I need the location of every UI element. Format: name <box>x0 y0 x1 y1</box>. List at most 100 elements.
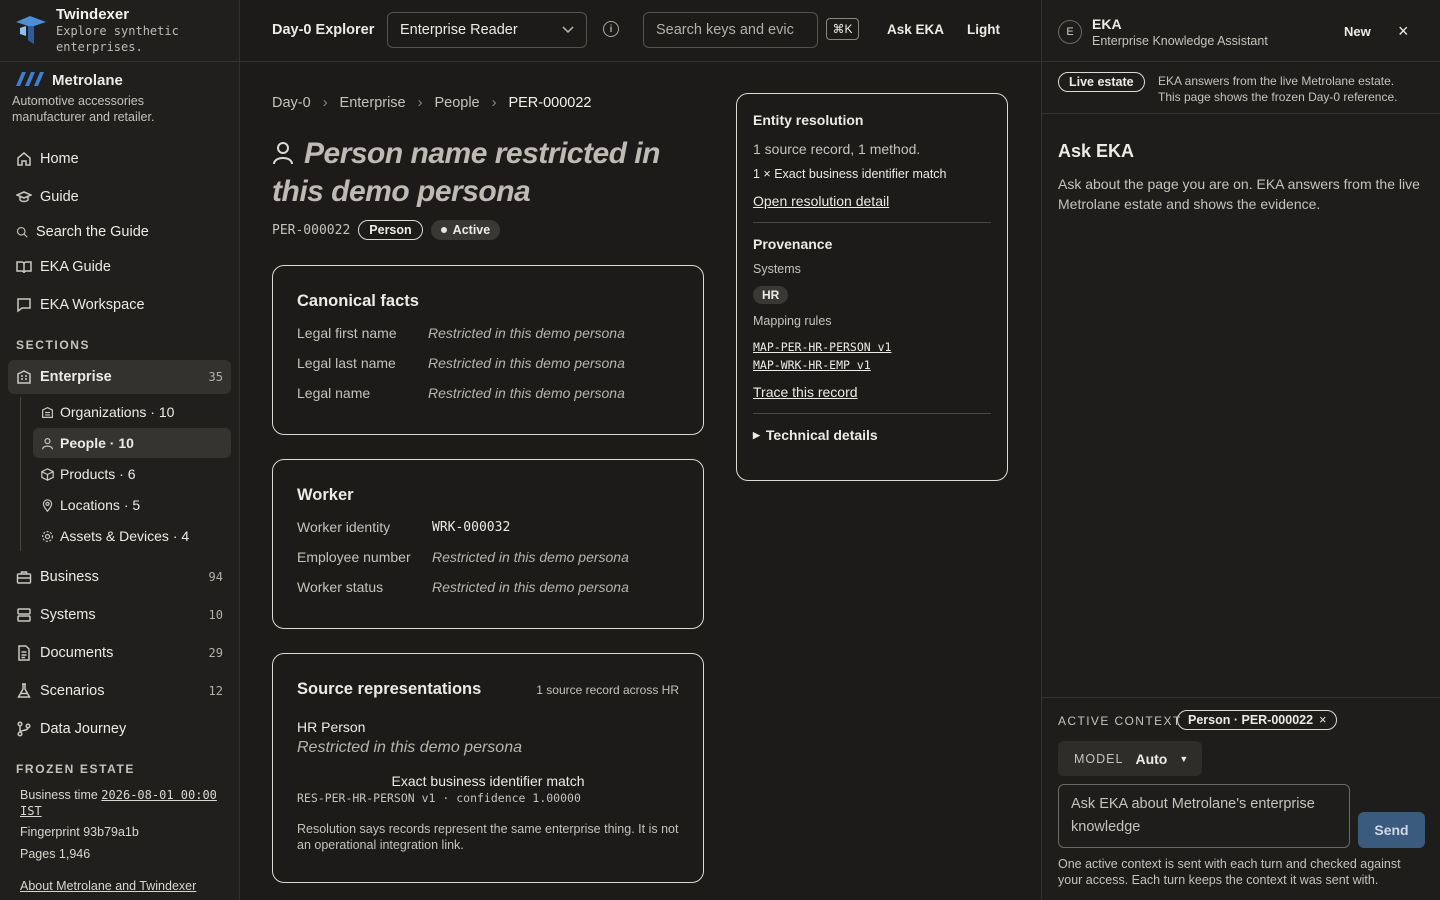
nav-systems[interactable]: Systems 10 <box>8 598 231 632</box>
nav-eka-guide-label: EKA Guide <box>40 259 111 275</box>
notice-line-1: EKA answers from the live Metrolane esta… <box>1158 74 1395 88</box>
breadcrumb-day0[interactable]: Day-0 <box>272 95 311 111</box>
nav-guide[interactable]: Guide <box>8 180 231 214</box>
frozen-heading: FROZEN ESTATE <box>16 762 136 776</box>
nav-search-guide[interactable]: Search the Guide <box>8 215 231 249</box>
eka-subtitle: Enterprise Knowledge Assistant <box>1092 34 1268 48</box>
subnav-locations[interactable]: Locations · 5 <box>33 490 231 520</box>
divider <box>1042 697 1440 698</box>
caret-right-icon: ▶ <box>753 429 760 440</box>
status-badge: Active <box>430 220 501 240</box>
notice-line-2: This page shows the frozen Day-0 referen… <box>1158 90 1398 104</box>
ask-eka-button[interactable]: Ask EKA <box>887 22 944 37</box>
source-summary: 1 source record across HR <box>536 683 679 697</box>
mapping-rule-link[interactable]: MAP-WRK-HR-EMP v1 <box>753 356 991 374</box>
breadcrumb-people[interactable]: People <box>434 95 479 111</box>
subnav-assets-label: Assets & Devices · 4 <box>60 528 190 544</box>
close-icon[interactable]: × <box>1398 22 1409 40</box>
caret-down-icon: ▼ <box>1179 753 1189 764</box>
nav-business[interactable]: Business 94 <box>8 560 231 594</box>
employee-number-label: Employee number <box>297 549 411 565</box>
remove-context-icon[interactable]: × <box>1319 713 1326 727</box>
mapping-rule-link[interactable]: MAP-PER-HR-PERSON v1 <box>753 338 991 356</box>
resolution-summary: 1 source record, 1 method. <box>753 141 921 157</box>
source-match-method: Exact business identifier match <box>391 773 585 789</box>
fact-value: Restricted in this demo persona <box>428 355 625 371</box>
worker-status-value: Restricted in this demo persona <box>432 579 629 595</box>
fact-row: Legal name Restricted in this demo person… <box>297 385 679 401</box>
info-icon[interactable]: i <box>603 21 619 37</box>
technical-details-toggle[interactable]: ▶ Technical details <box>753 427 991 443</box>
nav-home[interactable]: Home <box>8 142 231 176</box>
nav-enterprise[interactable]: Enterprise 35 <box>8 360 231 394</box>
type-badge: Person <box>358 220 423 240</box>
ask-eka-placeholder: Ask EKA about Metrolane's enterprise kno… <box>1071 796 1315 835</box>
worker-identity-label: Worker identity <box>297 519 391 535</box>
technical-details-label: Technical details <box>765 427 878 443</box>
topbar: Day-0 Explorer Enterprise Reader i Searc… <box>240 0 1041 62</box>
send-button[interactable]: Send <box>1358 812 1425 848</box>
search-placeholder: Search keys and evic <box>656 22 794 38</box>
resolution-method: 1 × Exact business identifier match <box>753 167 947 181</box>
chevron-down-icon <box>562 22 574 38</box>
nav-scenarios[interactable]: Scenarios 12 <box>8 674 231 708</box>
subnav-people-label: People · 10 <box>60 435 134 451</box>
brand-tagline-1: Explore synthetic <box>56 24 179 38</box>
model-label: MODEL <box>1074 751 1124 766</box>
breadcrumb-enterprise[interactable]: Enterprise <box>340 95 406 111</box>
fact-row: Legal first name Restricted in this demo … <box>297 325 679 341</box>
nav-systems-label: Systems <box>40 607 96 623</box>
source-system-name: HR Person <box>297 719 366 735</box>
subnav-people[interactable]: People · 10 <box>33 428 231 458</box>
systems-label: Systems <box>753 262 801 276</box>
breadcrumb: Day-0 › Enterprise › People › PER-000022 <box>272 95 592 111</box>
fact-label: Legal first name <box>297 325 397 341</box>
fact-row: Legal last name Restricted in this demo p… <box>297 355 679 371</box>
nav-documents[interactable]: Documents 29 <box>8 636 231 670</box>
context-chip[interactable]: Person · PER-000022 × <box>1177 710 1338 730</box>
nav-eka-workspace[interactable]: EKA Workspace <box>8 288 231 322</box>
worker-card: Worker Worker identity WRK-000032 Employe… <box>272 459 704 629</box>
model-select[interactable]: MODEL Auto ▼ <box>1058 741 1202 776</box>
system-chip[interactable]: HR <box>753 286 789 304</box>
person-icon <box>41 437 54 450</box>
search-icon <box>16 224 28 240</box>
nav-eka-guide[interactable]: EKA Guide <box>8 250 231 284</box>
briefcase-icon <box>16 569 32 585</box>
gear-icon <box>41 530 54 543</box>
active-context-label: ACTIVE CONTEXT <box>1058 714 1182 728</box>
ask-eka-input[interactable]: Ask EKA about Metrolane's enterprise kno… <box>1058 784 1350 848</box>
book-icon <box>16 259 32 275</box>
fact-value: Restricted in this demo persona <box>428 385 625 401</box>
subnav-organizations[interactable]: Organizations · 10 <box>33 397 231 427</box>
trace-record-link[interactable]: Trace this record <box>753 384 991 400</box>
business-time-value[interactable]: 2026-08-01 00:00 <box>101 788 217 802</box>
subnav-products[interactable]: Products · 6 <box>33 459 231 489</box>
open-resolution-link[interactable]: Open resolution detail <box>753 193 991 209</box>
nav-systems-count: 10 <box>208 608 223 622</box>
worker-row: Worker status Restricted in this demo per… <box>297 579 679 595</box>
nav-enterprise-count: 35 <box>208 370 223 384</box>
metrolane-logo-icon <box>12 72 44 89</box>
chat-bubble-icon <box>16 297 32 313</box>
brand[interactable]: Twindexer Explore synthetic enterprises. <box>0 0 239 62</box>
search-input[interactable]: Search keys and evic <box>643 12 818 48</box>
business-time: Business time 2026-08-01 00:00 IST <box>20 787 217 819</box>
source-heading: Source representations <box>297 680 482 698</box>
worker-identity-value[interactable]: WRK-000032 <box>432 520 510 535</box>
page-title: Person name restricted in this demo pers… <box>272 136 692 210</box>
business-time-tz[interactable]: IST <box>20 804 42 818</box>
canonical-facts-card: Canonical facts Legal first name Restrict… <box>272 265 704 435</box>
subnav-assets[interactable]: Assets & Devices · 4 <box>33 521 231 551</box>
about-link[interactable]: About Metrolane and Twindexer <box>20 878 196 894</box>
shortcut-key[interactable]: ⌘K <box>826 18 859 40</box>
twindexer-logo-icon <box>14 14 48 49</box>
nav-data-journey[interactable]: Data Journey <box>8 712 231 746</box>
role-select[interactable]: Enterprise Reader <box>387 12 587 48</box>
breadcrumb-current: PER-000022 <box>508 95 592 111</box>
eka-name: EKA <box>1092 16 1122 32</box>
divider <box>753 413 991 414</box>
theme-toggle-button[interactable]: Light <box>967 22 1000 37</box>
role-select-value: Enterprise Reader <box>400 22 518 38</box>
new-chat-button[interactable]: New <box>1344 24 1371 39</box>
